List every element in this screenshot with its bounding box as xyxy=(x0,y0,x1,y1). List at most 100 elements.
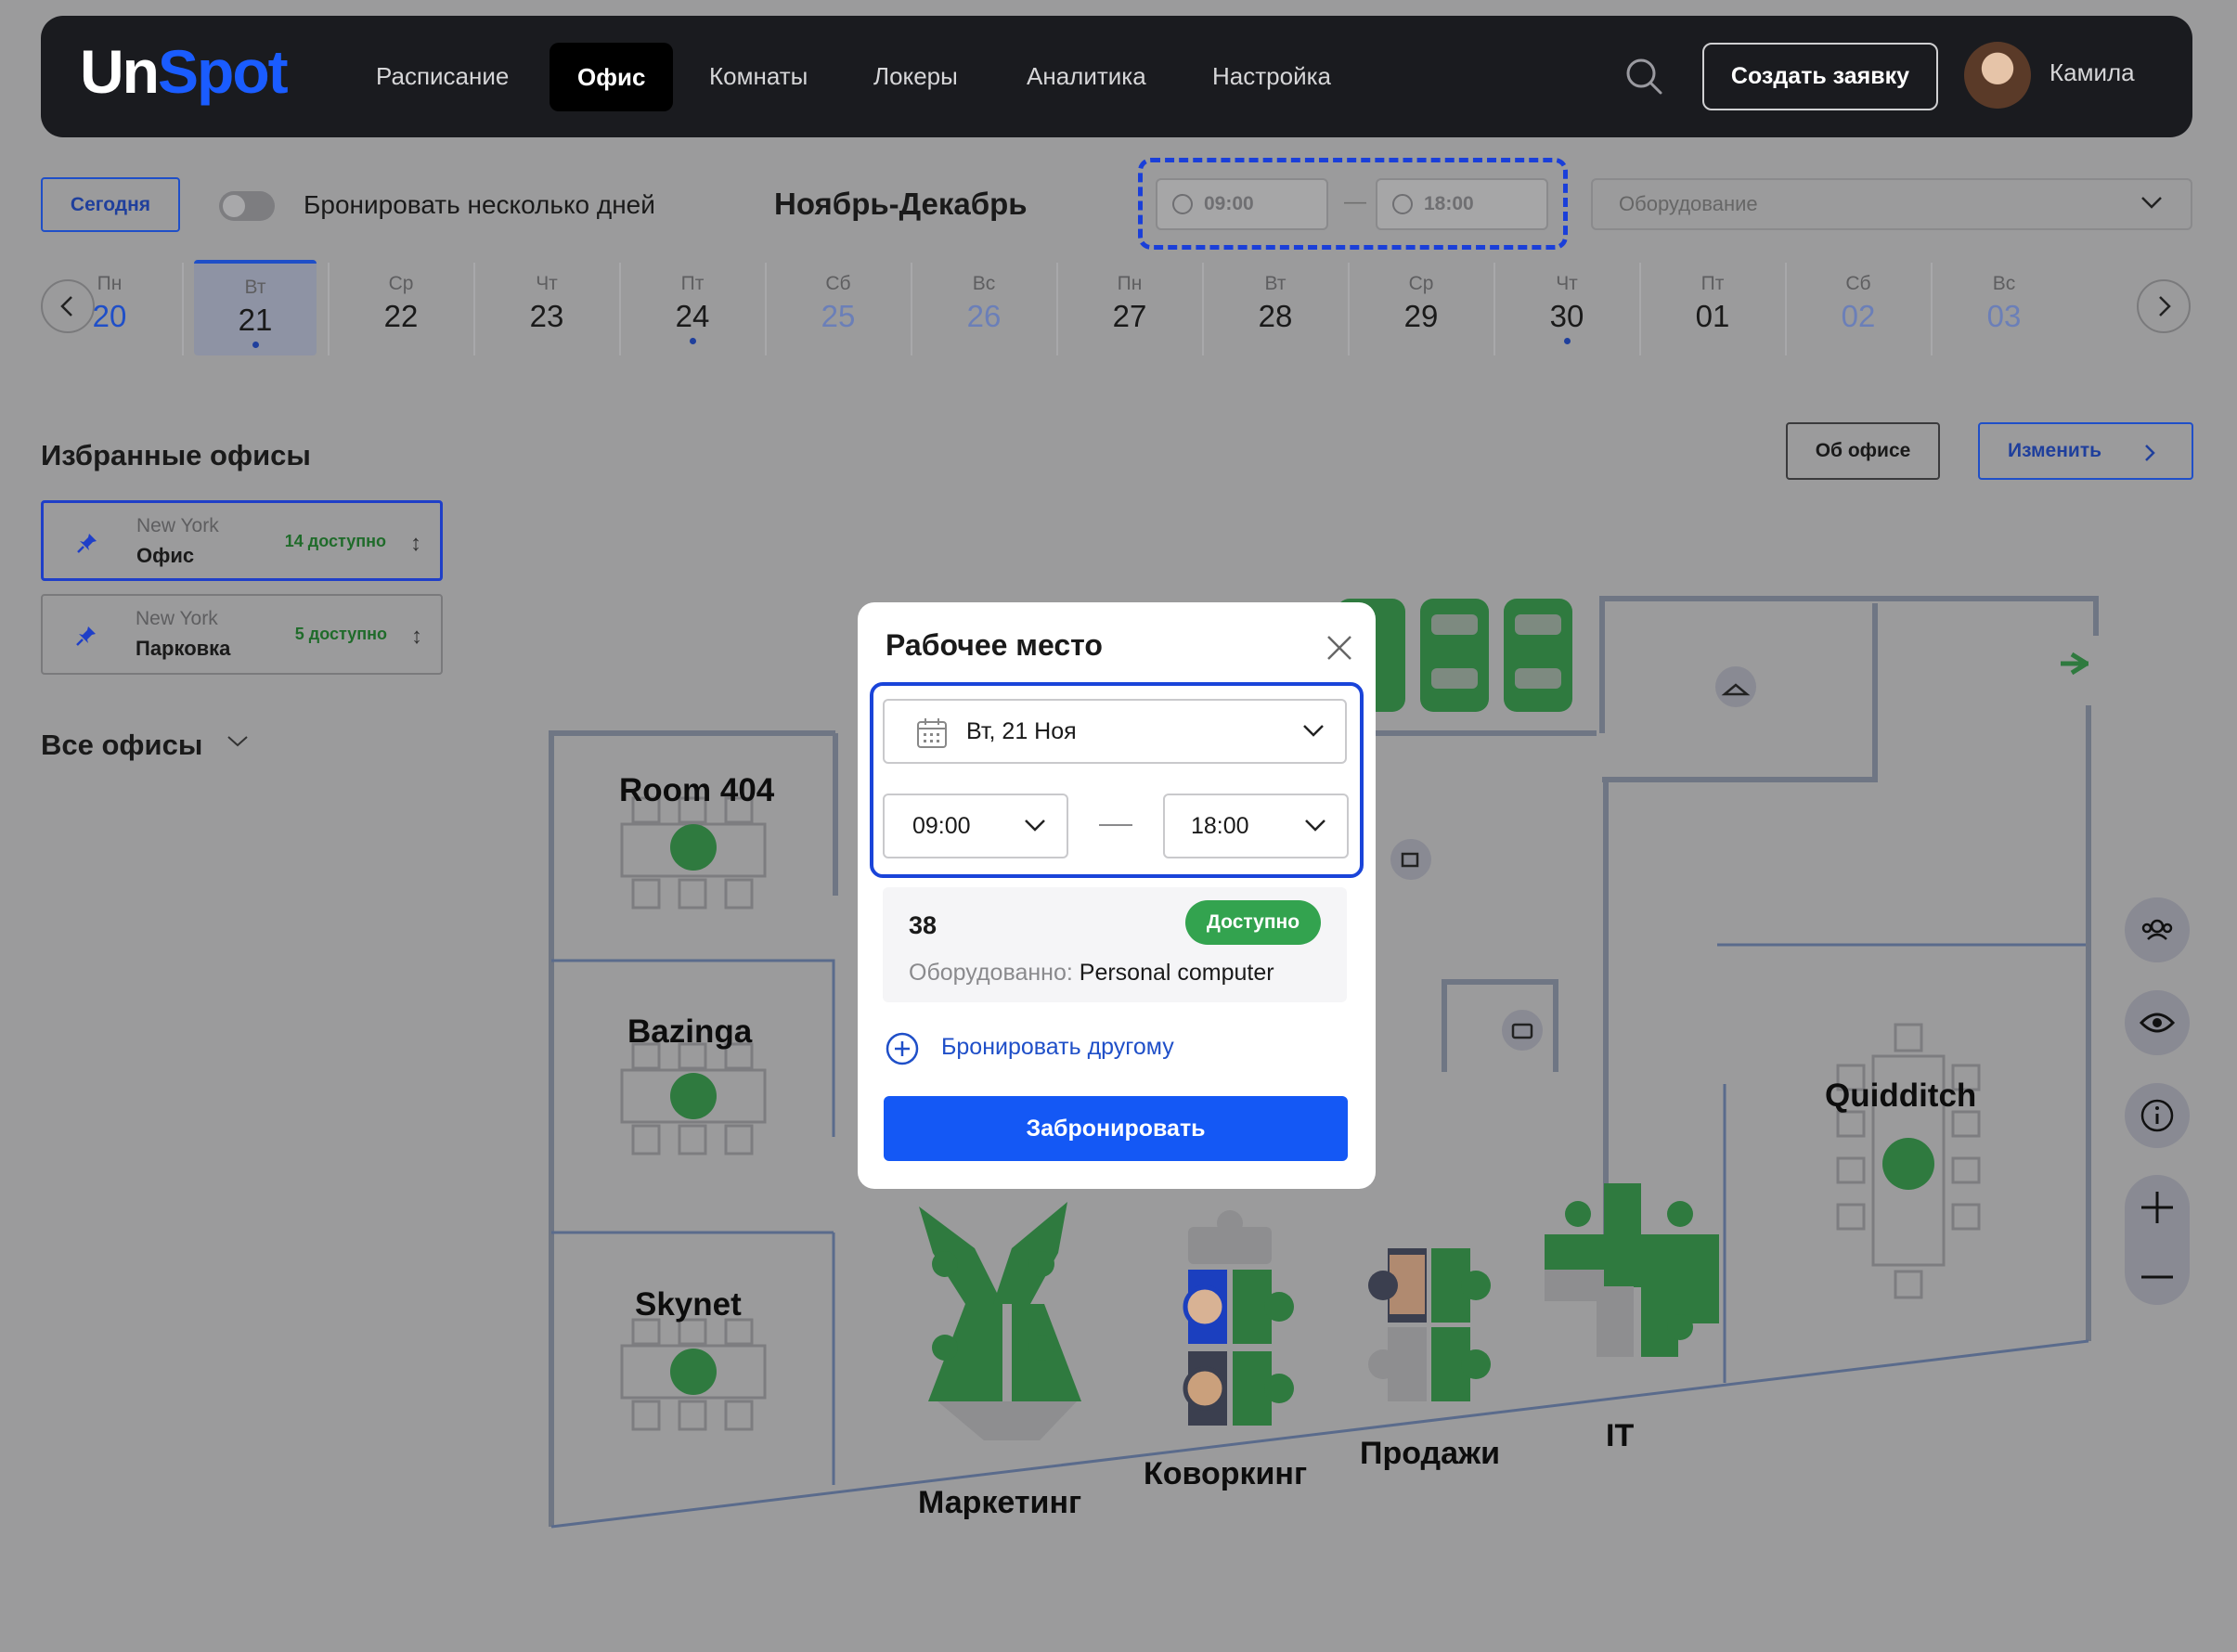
date-item-30[interactable]: Чт 30 xyxy=(1506,260,1628,355)
plus-circle-icon xyxy=(886,1032,919,1065)
booking-indicator-dot xyxy=(1563,338,1571,344)
equipment-select[interactable]: Оборудование xyxy=(1591,178,2192,230)
office-city: New York xyxy=(136,608,218,629)
multi-day-toggle[interactable] xyxy=(219,191,275,221)
top-navigation-bar: UnSpot Расписание Офис Комнаты Локеры Ан… xyxy=(41,16,2192,137)
end-time-select[interactable]: 18:00 xyxy=(1163,794,1349,858)
month-range-label: Ноябрь-Декабрь xyxy=(774,187,1028,221)
zone-label: Коворкинг xyxy=(1144,1456,1308,1491)
day-number: 23 xyxy=(529,299,564,333)
info-button[interactable] xyxy=(2125,1083,2190,1148)
date-item-28[interactable]: Вт 28 xyxy=(1214,260,1337,355)
nav-item-settings[interactable]: Настройка xyxy=(1212,58,1331,95)
date-divider xyxy=(1348,263,1350,355)
date-item-24[interactable]: Пт 24 xyxy=(631,260,754,355)
weekday-label: Пт xyxy=(680,273,705,294)
chevron-right-icon xyxy=(2159,296,2171,316)
people-filter-button[interactable] xyxy=(2125,897,2190,962)
day-number: 25 xyxy=(821,299,856,333)
app-logo[interactable]: UnSpot xyxy=(80,36,289,107)
weekday-label: Пн xyxy=(1117,273,1143,294)
day-number: 03 xyxy=(1986,299,2022,333)
nav-item-rooms[interactable]: Комнаты xyxy=(709,58,808,95)
zoom-out-icon[interactable] xyxy=(2125,1245,2190,1310)
chevron-down-icon[interactable] xyxy=(226,734,250,749)
day-number: 02 xyxy=(1841,299,1876,333)
zone-label: IT xyxy=(1606,1418,1635,1453)
amenity-icons xyxy=(1390,666,1756,1051)
date-item-27[interactable]: Пн 27 xyxy=(1068,260,1191,355)
favorite-office-card[interactable]: New York Парковка 5 доступно ↕ xyxy=(41,594,443,675)
eye-icon xyxy=(2139,1013,2176,1033)
date-item-23[interactable]: Чт 23 xyxy=(485,260,608,355)
people-icon xyxy=(2141,919,2173,940)
office-name: Парковка xyxy=(136,637,231,660)
weekday-label: Сб xyxy=(825,273,851,294)
weekday-label: Вт xyxy=(1264,273,1287,294)
room-label[interactable]: Bazinga xyxy=(627,1013,752,1051)
chevron-down-icon xyxy=(1303,725,1324,737)
room-label[interactable]: Skynet xyxy=(635,1286,742,1323)
chevron-down-icon xyxy=(2141,197,2162,209)
date-item-02[interactable]: Сб 02 xyxy=(1797,260,1920,355)
date-select[interactable]: Вт, 21 Ноя xyxy=(883,699,1347,764)
day-number: 28 xyxy=(1258,299,1293,333)
date-divider xyxy=(911,263,912,355)
date-divider xyxy=(473,263,475,355)
weekday-label: Чт xyxy=(1556,273,1578,294)
user-avatar[interactable] xyxy=(1964,42,2031,109)
day-number: 22 xyxy=(383,299,419,333)
nav-item-office[interactable]: Офис xyxy=(550,43,674,111)
seat-number: 38 xyxy=(909,911,937,939)
day-number: 26 xyxy=(966,299,1002,333)
date-item-21[interactable]: Вт 21 xyxy=(194,260,317,355)
about-office-button[interactable]: Об офисе xyxy=(1786,422,1940,480)
coworking-desks xyxy=(1183,1210,1294,1426)
exit-arrow-icon xyxy=(2061,652,2088,676)
all-offices-title[interactable]: Все офисы xyxy=(41,729,202,762)
weekday-label: Вс xyxy=(1992,273,2016,294)
reorder-icon[interactable]: ↕ xyxy=(410,531,421,557)
date-item-03[interactable]: Вс 03 xyxy=(1943,260,2065,355)
user-name[interactable]: Камила xyxy=(2050,58,2135,87)
create-request-button[interactable]: Создать заявку xyxy=(1702,43,1938,110)
marketing-desks xyxy=(919,1202,1081,1440)
office-city: New York xyxy=(136,515,219,536)
date-item-20[interactable]: Пн 20 xyxy=(48,260,171,355)
visibility-button[interactable] xyxy=(2125,990,2190,1055)
date-item-29[interactable]: Ср 29 xyxy=(1360,260,1482,355)
start-time-select[interactable]: 09:00 xyxy=(883,794,1068,858)
search-icon[interactable] xyxy=(1624,57,1663,96)
calendar-icon xyxy=(917,718,947,748)
date-item-01[interactable]: Пт 01 xyxy=(1651,260,1774,355)
day-number: 24 xyxy=(675,299,710,333)
close-icon[interactable] xyxy=(1325,634,1353,662)
nav-item-lockers[interactable]: Локеры xyxy=(873,58,958,95)
seat-info-card: 38 Доступно Оборудованно: Personal compu… xyxy=(883,887,1347,1002)
room-label[interactable]: Room 404 xyxy=(619,772,774,809)
date-divider xyxy=(765,263,767,355)
date-item-25[interactable]: Сб 25 xyxy=(777,260,899,355)
time-range-dash xyxy=(1099,824,1132,826)
date-item-22[interactable]: Ср 22 xyxy=(340,260,462,355)
today-button[interactable]: Сегодня xyxy=(41,177,180,232)
nav-item-analytics[interactable]: Аналитика xyxy=(1027,58,1146,95)
it-desks xyxy=(1545,1183,1719,1357)
weekday-label: Чт xyxy=(536,273,558,294)
weekday-label: Ср xyxy=(388,273,414,294)
next-dates-button[interactable] xyxy=(2137,279,2191,333)
room-label[interactable]: Quidditch xyxy=(1825,1078,1976,1115)
chevron-down-icon xyxy=(1025,820,1045,832)
date-divider xyxy=(328,263,330,355)
pin-icon xyxy=(77,534,97,553)
book-button[interactable]: Забронировать xyxy=(884,1096,1348,1161)
nav-item-schedule[interactable]: Расписание xyxy=(376,58,509,95)
reorder-icon[interactable]: ↕ xyxy=(411,624,422,650)
zoom-in-icon[interactable] xyxy=(2125,1175,2190,1240)
day-number: 01 xyxy=(1695,299,1730,333)
date-item-26[interactable]: Вс 26 xyxy=(923,260,1045,355)
weekday-label: Пн xyxy=(97,273,123,294)
favorite-office-card[interactable]: New York Офис 14 доступно ↕ xyxy=(41,500,443,581)
change-office-button[interactable]: Изменить xyxy=(1978,422,2193,480)
info-icon xyxy=(2140,1099,2174,1132)
